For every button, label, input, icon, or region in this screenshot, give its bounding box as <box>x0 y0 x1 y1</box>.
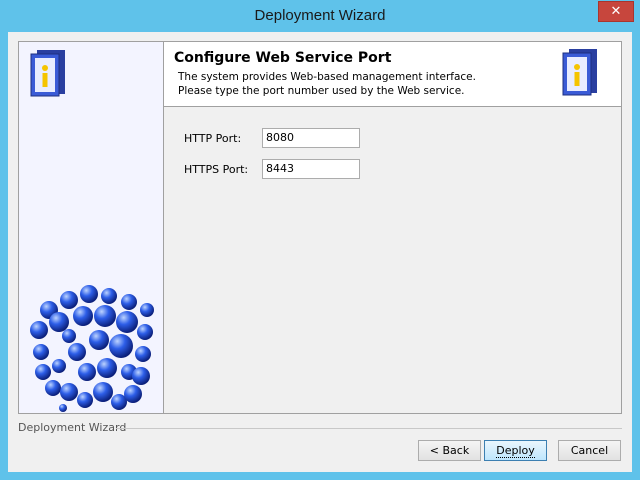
http-port-label: HTTP Port: <box>184 132 242 145</box>
wizard-frame: Configure Web Service Port The system pr… <box>18 41 622 414</box>
https-port-label: HTTPS Port: <box>184 163 249 176</box>
deployment-wizard-window: Deployment Wizard ✕ Configure Web Servic… <box>0 0 640 480</box>
footer-group-label: Deployment Wizard <box>18 421 127 434</box>
client-area: Configure Web Service Port The system pr… <box>8 32 632 472</box>
deploy-button[interactable]: Deploy <box>484 440 547 461</box>
cancel-button[interactable]: Cancel <box>558 440 621 461</box>
left-banner-panel <box>19 42 164 413</box>
http-port-input[interactable]: 8080 <box>262 128 360 148</box>
window-title: Deployment Wizard <box>254 7 386 24</box>
page-title: Configure Web Service Port <box>174 50 392 66</box>
info-book-icon <box>30 50 65 97</box>
title-bar[interactable]: Deployment Wizard ✕ <box>0 0 640 32</box>
footer-divider <box>116 428 622 429</box>
https-port-input[interactable]: 8443 <box>262 159 360 179</box>
close-button[interactable]: ✕ <box>598 1 634 22</box>
wizard-header: Configure Web Service Port The system pr… <box>164 42 621 107</box>
header-description-line-1: The system provides Web-based management… <box>178 71 476 83</box>
sphere-lattice-graphic <box>30 285 154 412</box>
back-button[interactable]: < Back <box>418 440 481 461</box>
deploy-button-label: Deploy <box>496 444 535 458</box>
info-book-icon <box>562 49 597 96</box>
header-description-line-2: Please type the port number used by the … <box>178 85 465 97</box>
